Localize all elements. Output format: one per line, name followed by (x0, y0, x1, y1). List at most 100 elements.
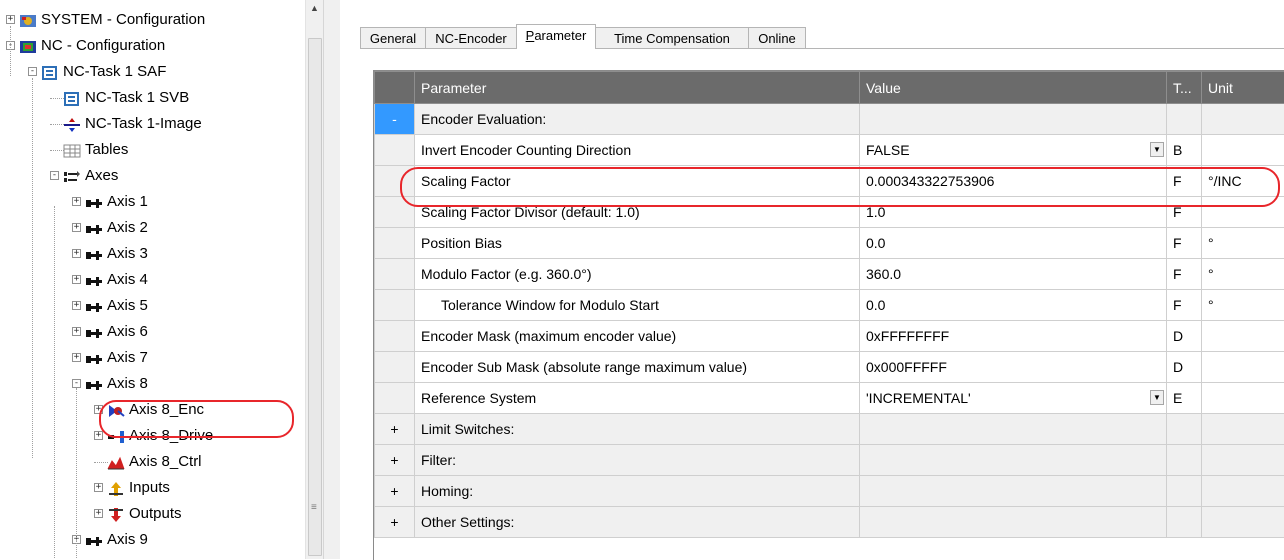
parameter-row[interactable]: Scaling Factor0.000343322753906F°/INC (375, 166, 1284, 197)
expand-icon[interactable]: + (6, 15, 15, 24)
parameter-value[interactable]: 360.0 (860, 259, 1167, 290)
tree-scrollbar[interactable]: ▲ ≡ (305, 0, 323, 559)
parameter-row[interactable]: Modulo Factor (e.g. 360.0°)360.0F° (375, 259, 1284, 290)
row-gutter[interactable] (375, 321, 415, 352)
tree-item-nc-task-1-image[interactable]: NC-Task 1-Image (0, 112, 305, 136)
group-row[interactable]: +Limit Switches: (375, 414, 1284, 445)
group-row[interactable]: -Encoder Evaluation: (375, 104, 1284, 135)
header-unit[interactable]: Unit (1202, 72, 1284, 104)
parameter-value[interactable]: 0.0 (860, 290, 1167, 321)
collapse-icon[interactable]: - (28, 67, 37, 76)
expand-icon[interactable]: + (72, 275, 81, 284)
parameter-row[interactable]: Encoder Sub Mask (absolute range maximum… (375, 352, 1284, 383)
pane-splitter[interactable] (323, 0, 341, 559)
tree-item-label: Axis 3 (107, 242, 148, 266)
parameter-name: Reference System (415, 383, 860, 414)
dropdown-arrow-icon[interactable]: ▼ (1150, 142, 1164, 157)
parameter-value[interactable]: FALSE▼ (860, 135, 1167, 166)
tab-general[interactable]: General (360, 27, 426, 48)
tree-item-axis-1[interactable]: +Axis 1 (0, 190, 305, 214)
parameter-value[interactable]: 'INCREMENTAL'▼ (860, 383, 1167, 414)
expand-icon[interactable]: + (94, 483, 103, 492)
tab-nc-encoder[interactable]: NC-Encoder (425, 27, 517, 48)
parameter-value[interactable] (860, 445, 1167, 476)
tree-item-nc-task-1-svb[interactable]: NC-Task 1 SVB (0, 86, 305, 110)
parameter-row[interactable]: Reference System'INCREMENTAL'▼E (375, 383, 1284, 414)
row-gutter[interactable] (375, 228, 415, 259)
row-gutter[interactable] (375, 290, 415, 321)
group-row[interactable]: +Other Settings: (375, 507, 1284, 538)
tree-item-axes[interactable]: -Axes (0, 164, 305, 188)
group-toggle[interactable]: + (375, 476, 415, 507)
expand-icon[interactable]: + (72, 353, 81, 362)
parameter-value[interactable] (860, 476, 1167, 507)
parameter-row[interactable]: Invert Encoder Counting DirectionFALSE▼B (375, 135, 1284, 166)
parameter-row[interactable]: Scaling Factor Divisor (default: 1.0)1.0… (375, 197, 1284, 228)
parameter-row[interactable]: Encoder Mask (maximum encoder value)0xFF… (375, 321, 1284, 352)
expand-icon[interactable]: + (72, 327, 81, 336)
parameter-value[interactable]: 0.0 (860, 228, 1167, 259)
scrollbar-thumb[interactable] (308, 38, 322, 556)
group-row[interactable]: +Filter: (375, 445, 1284, 476)
group-toggle[interactable]: + (375, 414, 415, 445)
tab-time-compensation[interactable]: Time Compensation (595, 27, 749, 48)
expand-icon[interactable]: + (72, 197, 81, 206)
value-dropdown[interactable]: 'INCREMENTAL'▼ (866, 383, 1166, 413)
dropdown-arrow-icon[interactable]: ▼ (1150, 390, 1164, 405)
expand-icon[interactable]: + (94, 405, 103, 414)
tree-item-axis-9[interactable]: +Axis 9 (0, 528, 305, 552)
parameter-value[interactable] (860, 104, 1167, 135)
tree-item-axis-8-enc[interactable]: +Axis 8_Enc (0, 398, 305, 422)
tree-item-axis-6[interactable]: +Axis 6 (0, 320, 305, 344)
tree-view[interactable]: +SYSTEM - Configuration-NC - Configurati… (0, 0, 305, 559)
tree-item-axis-4[interactable]: +Axis 4 (0, 268, 305, 292)
tree-item-inputs[interactable]: + Inputs (0, 476, 305, 500)
collapse-icon[interactable]: - (50, 171, 59, 180)
tree-item-axis-2[interactable]: +Axis 2 (0, 216, 305, 240)
parameter-value[interactable] (860, 507, 1167, 538)
header-parameter[interactable]: Parameter (415, 72, 860, 104)
collapse-icon[interactable]: - (72, 379, 81, 388)
tree-item-axis-3[interactable]: + Axis 3 (0, 242, 305, 266)
tree-item-outputs[interactable]: +Outputs (0, 502, 305, 526)
group-toggle[interactable]: + (375, 445, 415, 476)
tree-item-axis-8[interactable]: -Axis 8 (0, 372, 305, 396)
tree-item-axis-5[interactable]: +Axis 5 (0, 294, 305, 318)
tree-item-axis-8-ctrl[interactable]: Axis 8_Ctrl (0, 450, 305, 474)
row-gutter[interactable] (375, 135, 415, 166)
parameter-value[interactable]: 1.0 (860, 197, 1167, 228)
parameter-value[interactable]: 0x000FFFFF (860, 352, 1167, 383)
tree-item-axis-7[interactable]: +Axis 7 (0, 346, 305, 370)
expand-icon[interactable]: + (94, 431, 103, 440)
parameter-row[interactable]: Tolerance Window for Modulo Start0.0F° (375, 290, 1284, 321)
row-gutter[interactable] (375, 259, 415, 290)
group-row[interactable]: +Homing: (375, 476, 1284, 507)
parameter-unit (1202, 476, 1284, 507)
header-value[interactable]: Value (860, 72, 1167, 104)
parameter-row[interactable]: Position Bias0.0F° (375, 228, 1284, 259)
tree-item-nc-configuration[interactable]: -NC - Configuration (0, 34, 305, 58)
row-gutter[interactable] (375, 197, 415, 228)
tree-item-tables[interactable]: Tables (0, 138, 305, 162)
tree-item-system-configuration[interactable]: +SYSTEM - Configuration (0, 8, 305, 32)
tree-item-nc-task-1-saf[interactable]: -NC-Task 1 SAF (0, 60, 305, 84)
value-dropdown[interactable]: FALSE▼ (866, 135, 1166, 165)
header-type[interactable]: T... (1167, 72, 1202, 104)
tab-online[interactable]: Online (748, 27, 806, 48)
row-gutter[interactable] (375, 166, 415, 197)
expand-icon[interactable]: + (94, 509, 103, 518)
row-gutter[interactable] (375, 383, 415, 414)
tree-item-axis-8-drive[interactable]: +Axis 8_Drive (0, 424, 305, 448)
tree-item-label: Inputs (129, 476, 170, 500)
scroll-up-arrow-icon[interactable]: ▲ (306, 0, 323, 17)
group-toggle[interactable]: + (375, 507, 415, 538)
expand-icon[interactable]: + (72, 301, 81, 310)
parameter-value[interactable]: 0.000343322753906 (860, 166, 1167, 197)
group-toggle[interactable]: - (375, 104, 415, 135)
row-gutter[interactable] (375, 352, 415, 383)
tab-parameter[interactable]: Parameter (516, 24, 596, 49)
parameter-value[interactable]: 0xFFFFFFFF (860, 321, 1167, 352)
parameter-value[interactable] (860, 414, 1167, 445)
expand-icon[interactable]: + (72, 223, 81, 232)
expand-icon[interactable]: + (72, 249, 81, 258)
